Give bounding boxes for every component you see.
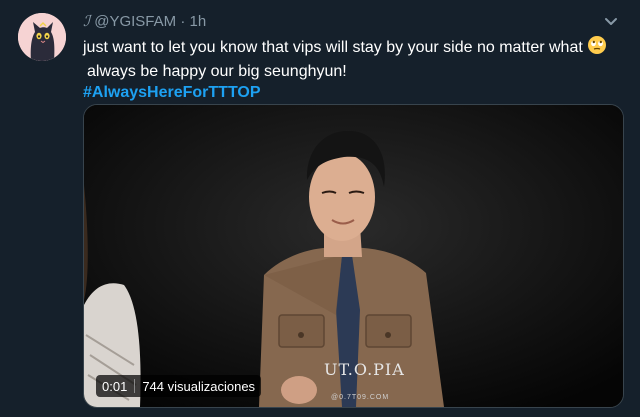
display-name[interactable]: ℐ [83, 12, 90, 30]
tweet-text-line-2: always be happy our big seunghyun! [87, 63, 347, 80]
tweet-header: ℐ @YGISFAM · 1h [83, 12, 206, 30]
tweet-text: just want to let you know that vips will… [83, 35, 606, 103]
avatar[interactable] [18, 13, 66, 61]
watermark: UT.O.PIA [324, 360, 405, 379]
video-info-badge: 0:01 744 visualizaciones [96, 375, 262, 397]
chevron-down-icon[interactable] [600, 10, 622, 32]
video-player[interactable]: 0:01 744 visualizaciones UT.O.PIA @0.7T0… [83, 104, 624, 408]
cat-avatar-icon [18, 13, 66, 61]
user-handle[interactable]: @YGISFAM [94, 13, 176, 30]
badge-divider [134, 379, 136, 393]
tweet-text-line-1: just want to let you know that vips will… [83, 39, 583, 56]
separator-dot: · [180, 13, 186, 30]
timestamp[interactable]: 1h [189, 13, 206, 30]
hashtag-link[interactable]: #AlwaysHereForTTTOP [83, 82, 603, 103]
video-time: 0:01 [102, 378, 128, 394]
watermark-sub: @0.7T09.COM [331, 394, 390, 401]
rolling-eyes-emoji-icon [587, 35, 607, 61]
view-count: 744 visualizaciones [142, 378, 256, 394]
